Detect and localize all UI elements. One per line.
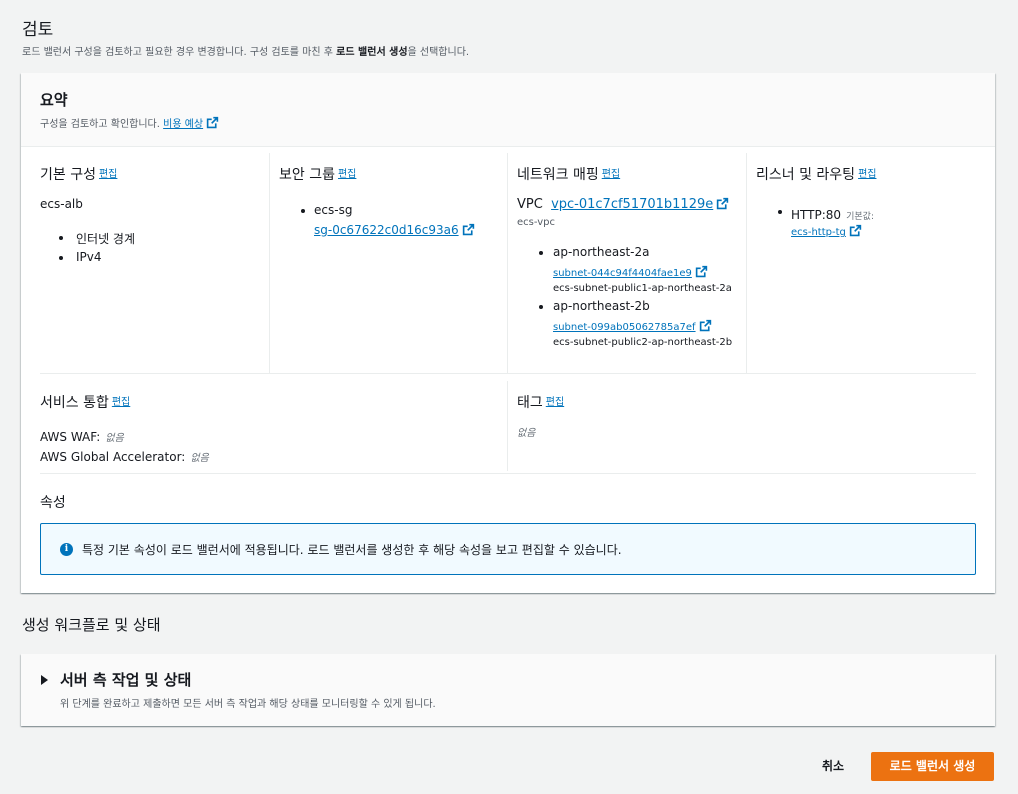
- summary-desc-text: 구성을 검토하고 확인합니다.: [40, 119, 160, 130]
- target-group-row: ecs-http-tg: [791, 224, 862, 238]
- subnet-az: ap-northeast-2b: [553, 299, 650, 313]
- waf-label: AWS WAF:: [40, 430, 101, 444]
- sg-id-row: sg-0c67622c0d16c93a6: [314, 223, 475, 237]
- security-group-section: 보안 그룹 편집: [279, 164, 356, 184]
- tags-title: 태그: [517, 395, 543, 411]
- vpc-label: VPC: [517, 197, 543, 212]
- page-subtitle: 로드 밸런서 구성을 검토하고 필요한 경우 변경합니다. 구성 검토를 마친 …: [22, 43, 469, 58]
- ga-row: AWS Global Accelerator: 없음: [40, 446, 209, 465]
- cost-estimate-link[interactable]: 비용 예상: [163, 119, 203, 130]
- network-mapping-title: 네트워크 매핑: [517, 167, 599, 183]
- tags-section: 태그 편집: [517, 392, 564, 412]
- external-link-icon[interactable]: [462, 223, 475, 236]
- vpc-row: VPC vpc-01c7cf51701b1129e: [517, 197, 729, 212]
- page-subtitle-bold: 로드 밸런서 생성: [336, 47, 408, 58]
- info-icon: i: [60, 543, 73, 556]
- summary-desc: 구성을 검토하고 확인합니다. 비용 예상: [40, 115, 995, 130]
- summary-title: 요약: [40, 91, 68, 109]
- ga-value: 없음: [190, 453, 209, 464]
- services-section: 서비스 통합 편집: [40, 392, 130, 412]
- attributes-info-text: 특정 기본 속성이 로드 밸런서에 적용됩니다. 로드 밸런서를 생성한 후 해…: [82, 543, 622, 557]
- subnet-id-link[interactable]: subnet-044c94f4404fae1e9: [553, 268, 692, 279]
- services-title: 서비스 통합: [40, 395, 109, 411]
- security-group-title: 보안 그룹: [279, 167, 335, 183]
- waf-value: 없음: [105, 433, 124, 444]
- summary-header: 요약 구성을 검토하고 확인합니다. 비용 예상: [21, 73, 995, 147]
- row-divider: [40, 373, 976, 374]
- external-link-icon[interactable]: [695, 265, 708, 278]
- network-mapping-heading: 네트워크 매핑 편집: [517, 164, 620, 184]
- sg-id-link[interactable]: sg-0c67622c0d16c93a6: [314, 223, 459, 237]
- basic-config-edit-link[interactable]: 편집: [99, 169, 117, 180]
- summary-card: 요약 구성을 검토하고 확인합니다. 비용 예상 기본 구성 편집 ecs-alb…: [21, 73, 995, 593]
- scheme-value: 인터넷 경계: [76, 232, 136, 246]
- row-divider: [40, 473, 976, 474]
- server-tasks-desc: 위 단계를 완료하고 제출하면 모든 서버 측 작업과 해당 상태를 모니터링할…: [60, 699, 436, 710]
- column-divider: [269, 153, 270, 373]
- tags-edit-link[interactable]: 편집: [546, 397, 564, 408]
- subnet-id-row: subnet-044c94f4404fae1e9: [553, 265, 708, 279]
- external-link-icon[interactable]: [206, 116, 219, 129]
- vpc-id-link[interactable]: vpc-01c7cf51701b1129e: [551, 197, 713, 212]
- ga-label: AWS Global Accelerator:: [40, 450, 186, 464]
- bullet: [778, 210, 782, 214]
- security-group-edit-link[interactable]: 편집: [338, 169, 356, 180]
- network-mapping-edit-link[interactable]: 편집: [602, 169, 620, 180]
- subnet-name: ecs-subnet-public2-ap-northeast-2b: [553, 337, 733, 348]
- subnet-id-link[interactable]: subnet-099ab05062785a7ef: [553, 322, 696, 333]
- bullet: [539, 305, 543, 309]
- basic-config-heading: 기본 구성 편집: [40, 164, 117, 184]
- listener-default-label: 기본값:: [846, 212, 874, 222]
- waf-row: AWS WAF: 없음: [40, 426, 124, 445]
- ip-type-value: IPv4: [76, 250, 102, 264]
- create-load-balancer-button[interactable]: 로드 밸런서 생성: [871, 752, 994, 781]
- security-group-heading: 보안 그룹 편집: [279, 164, 356, 184]
- external-link-icon[interactable]: [699, 319, 712, 332]
- bullet: [59, 236, 63, 240]
- external-link-icon[interactable]: [716, 197, 729, 210]
- column-divider: [746, 153, 747, 373]
- attributes-title: 속성: [40, 495, 66, 511]
- vpc-name: ecs-vpc: [517, 217, 555, 228]
- workflow-title: 생성 워크플로 및 상태: [22, 616, 161, 634]
- column-divider: [507, 153, 508, 373]
- listener-row: HTTP:80 기본값:: [791, 204, 874, 223]
- cost-estimate-label: 비용 예상: [163, 119, 204, 130]
- subnet-name: ecs-subnet-public1-ap-northeast-2a: [553, 283, 732, 294]
- attributes-section: 속성: [40, 492, 66, 512]
- subnet-az: ap-northeast-2a: [553, 245, 650, 259]
- tags-value: 없음: [517, 428, 536, 439]
- listener-edit-link[interactable]: 편집: [858, 169, 876, 180]
- target-group-link[interactable]: ecs-http-tg: [791, 227, 846, 238]
- sg-name: ecs-sg: [314, 203, 353, 217]
- bullet: [301, 209, 305, 213]
- page-title: 검토: [22, 20, 54, 40]
- caret-right-icon[interactable]: [41, 675, 48, 685]
- attributes-info-alert: i 특정 기본 속성이 로드 밸런서에 적용됩니다. 로드 밸런서를 생성한 후…: [40, 523, 976, 575]
- subnet-id-row: subnet-099ab05062785a7ef: [553, 319, 712, 333]
- listener-title: 리스너 및 라우팅: [756, 167, 856, 183]
- column-divider: [507, 381, 508, 471]
- server-tasks-panel[interactable]: 서버 측 작업 및 상태 위 단계를 완료하고 제출하면 모든 서버 측 작업과…: [21, 654, 995, 726]
- listener-section: 리스너 및 라우팅 편집: [756, 164, 876, 184]
- basic-config-title: 기본 구성: [40, 167, 96, 183]
- bullet: [539, 251, 543, 255]
- page-subtitle-post: 을 선택합니다.: [407, 47, 470, 58]
- listener-protocol: HTTP:80: [791, 208, 842, 222]
- listener-heading: 리스너 및 라우팅 편집: [756, 164, 876, 184]
- services-heading: 서비스 통합 편집: [40, 392, 130, 412]
- external-link-icon[interactable]: [849, 224, 862, 237]
- tags-heading: 태그 편집: [517, 392, 564, 412]
- page-subtitle-pre: 로드 밸런서 구성을 검토하고 필요한 경우 변경합니다. 구성 검토를 마친 …: [22, 47, 337, 58]
- lb-name: ecs-alb: [40, 197, 83, 211]
- services-edit-link[interactable]: 편집: [112, 397, 130, 408]
- network-mapping-section: 네트워크 매핑 편집: [517, 164, 620, 184]
- basic-config-section: 기본 구성 편집: [40, 164, 117, 184]
- server-tasks-title[interactable]: 서버 측 작업 및 상태: [60, 669, 191, 690]
- cancel-button[interactable]: 취소: [809, 752, 857, 781]
- bullet: [59, 256, 63, 260]
